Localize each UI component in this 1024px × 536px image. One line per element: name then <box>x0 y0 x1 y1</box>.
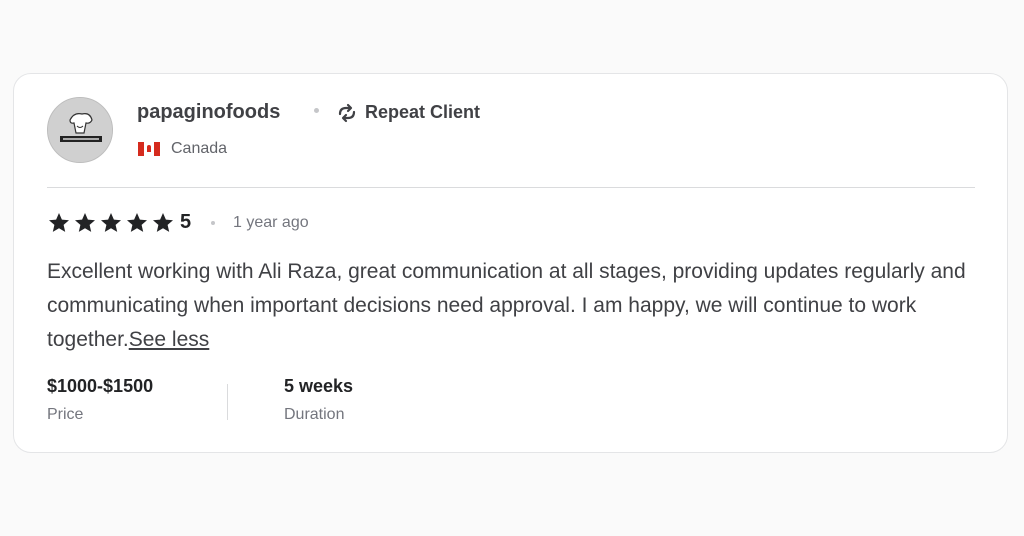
review-text: Excellent working with Ali Raza, great c… <box>47 255 982 357</box>
avatar[interactable] <box>47 97 113 163</box>
divider <box>47 187 975 188</box>
rating-value: 5 <box>180 211 192 233</box>
country-name: Canada <box>171 140 228 157</box>
star-icon <box>49 213 69 232</box>
username[interactable]: papaginofoods <box>137 101 280 124</box>
star-rating <box>47 211 175 235</box>
star-icon <box>153 213 173 232</box>
star-icon <box>101 213 121 232</box>
avatar-logo-icon <box>48 98 112 162</box>
repeat-client-label: Repeat Client <box>365 102 481 122</box>
star-icon <box>75 213 95 232</box>
separator-dot <box>211 221 215 225</box>
review-time: 1 year ago <box>233 214 309 231</box>
price-label: Price <box>47 406 84 423</box>
duration-label: Duration <box>284 406 345 423</box>
review-card: papaginofoods Repeat Client Canada 5 1 y… <box>13 73 1008 453</box>
meta-divider <box>227 384 228 420</box>
star-icon <box>127 213 147 232</box>
separator-dot <box>314 108 319 113</box>
see-less-link[interactable]: See less <box>129 328 210 351</box>
price-value: $1000-$1500 <box>47 376 154 396</box>
repeat-arrows-icon <box>338 103 356 123</box>
canada-flag-icon <box>138 142 160 156</box>
duration-value: 5 weeks <box>284 376 354 396</box>
